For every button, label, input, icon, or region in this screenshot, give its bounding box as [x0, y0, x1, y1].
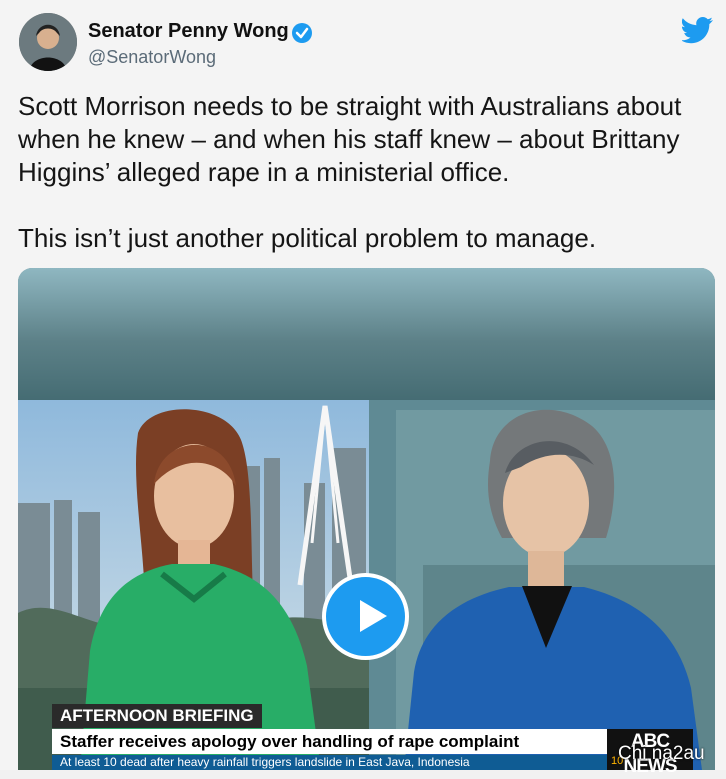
- tweet-text: Scott Morrison needs to be straight with…: [18, 90, 718, 255]
- twitter-bird-icon[interactable]: [682, 16, 714, 44]
- avatar-photo: [19, 13, 77, 71]
- author-name[interactable]: Senator Penny Wong: [88, 20, 289, 43]
- tweet-paragraph: This isn’t just another political proble…: [18, 223, 597, 253]
- video-headline: Staffer receives apology over handling o…: [52, 729, 607, 754]
- author-avatar[interactable]: [19, 13, 77, 71]
- tweet-card: Senator Penny Wong @SenatorWong Scott Mo…: [0, 0, 726, 777]
- embedded-video[interactable]: [18, 268, 715, 770]
- video-news-ticker: At least 10 dead after heavy rainfall tr…: [52, 755, 607, 770]
- image-watermark: Chi na2au: [618, 743, 705, 764]
- video-program-label: AFTERNOON BRIEFING: [52, 704, 262, 728]
- video-frame: [18, 268, 715, 770]
- play-video-button[interactable]: [322, 573, 409, 660]
- verified-badge-icon: [292, 23, 312, 43]
- author-handle[interactable]: @SenatorWong: [88, 47, 216, 68]
- tweet-paragraph: Scott Morrison needs to be straight with…: [18, 91, 682, 187]
